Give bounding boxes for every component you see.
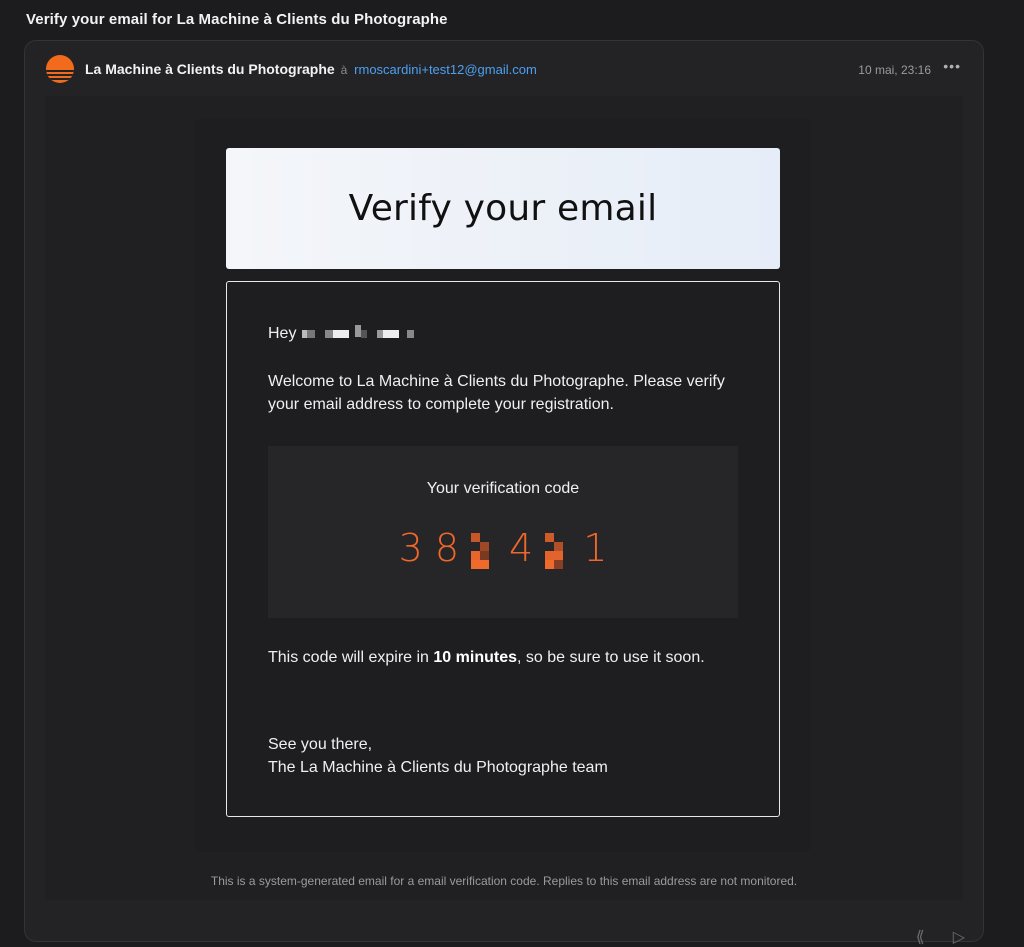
email-message-card: La Machine à Clients du Photographe à rm… [24, 40, 984, 946]
signoff-line-1: See you there, [268, 736, 373, 753]
more-horizontal-icon[interactable]: ••• [943, 58, 961, 74]
code-digit: 1 [583, 526, 608, 570]
email-body: Verify your email Hey Welcome to La Mach… [45, 96, 963, 900]
email-footer-note: This is a system-generated email for a e… [210, 874, 798, 888]
recipient-email[interactable]: rmoscardini+test12@gmail.com [354, 62, 537, 77]
signoff: See you there, The La Machine à Clients … [268, 733, 608, 779]
code-digit: 4 [509, 526, 534, 570]
code-digit: 3 [398, 526, 423, 570]
email-subject: Verify your email for La Machine à Clien… [26, 11, 448, 28]
hero-banner: Verify your email [226, 148, 780, 269]
email-content-panel: Hey Welcome to La Machine à Clients du P… [226, 281, 780, 817]
welcome-text: Welcome to La Machine à Clients du Photo… [268, 373, 725, 413]
hero-title: Verify your email [348, 188, 658, 229]
greeting-text: Hey [268, 325, 297, 342]
redacted-name [302, 325, 415, 340]
code-digit: 8 [434, 526, 459, 570]
sender-avatar[interactable] [46, 55, 74, 83]
sender-name[interactable]: La Machine à Clients du Photographe [85, 61, 335, 77]
recipient-prefix: à [340, 63, 348, 77]
message-date: 10 mai, 23:16 [858, 63, 931, 77]
expiry-text-suffix: , so be sure to use it soon. [517, 649, 705, 666]
expiry-text: This code will expire in 10 minutes, so … [268, 649, 705, 667]
expiry-text-prefix: This code will expire in [268, 649, 434, 666]
expiry-duration: 10 minutes [433, 649, 517, 666]
redacted-code-digit [545, 533, 571, 569]
verification-code[interactable]: 3 8 4 1 [268, 526, 738, 570]
redacted-code-digit [471, 533, 497, 569]
email-template: Verify your email Hey Welcome to La Mach… [195, 118, 811, 852]
reply-actions: ⟪ ▷ [916, 927, 965, 947]
sender-line: La Machine à Clients du Photographe à rm… [85, 61, 537, 77]
forward-icon[interactable]: ▷ [953, 927, 965, 947]
greeting: Hey [268, 325, 415, 343]
reply-all-icon[interactable]: ⟪ [916, 927, 925, 947]
verification-code-box: Your verification code 3 8 4 1 [268, 446, 738, 618]
signoff-line-2: The La Machine à Clients du Photographe … [268, 759, 608, 776]
verification-code-label: Your verification code [426, 480, 580, 497]
